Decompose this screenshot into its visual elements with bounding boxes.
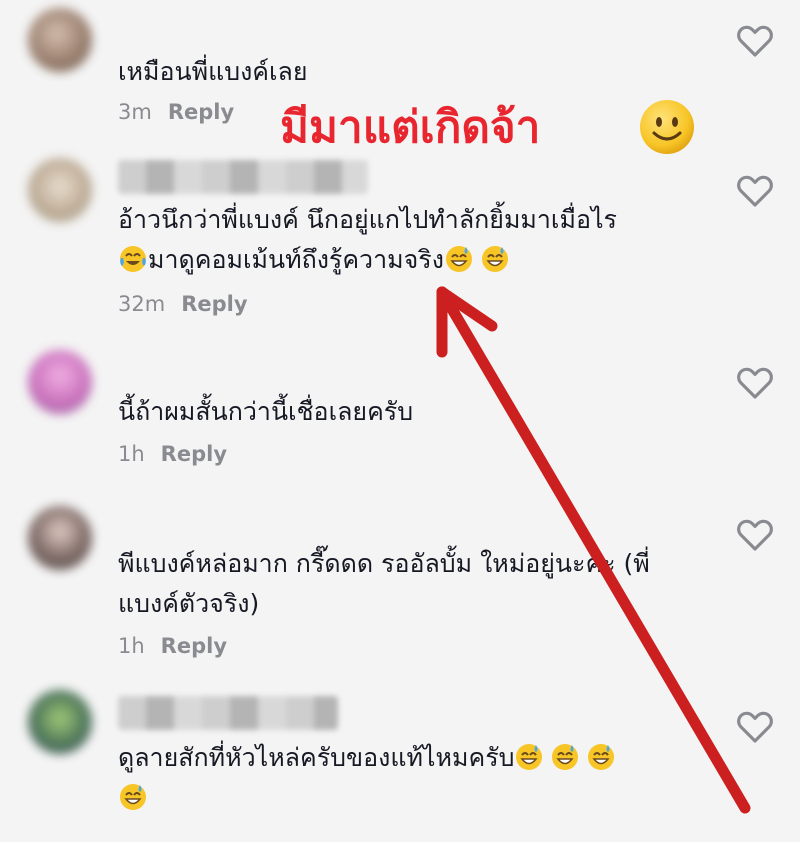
comment-text-line-1: ดูลายสักที่หัวไหล่ครับของแท้ไหมครับ	[118, 738, 708, 778]
comment-text: อ้าวนึกว่าพี่แบงค์ นึกอยู่แกไปทำลักยิ้มม…	[118, 200, 708, 280]
blurred-username	[118, 160, 368, 194]
avatar[interactable]	[28, 690, 92, 754]
grinning-sweat-emoji-icon	[552, 744, 579, 770]
grinning-sweat-emoji-icon	[445, 246, 472, 272]
grinning-sweat-emoji-icon	[120, 784, 146, 810]
heart-outline-icon[interactable]	[736, 364, 774, 400]
comment-time: 3m	[118, 100, 152, 124]
comment-text-line-1-text: ดูลายสักที่หัวไหล่ครับของแท้ไหมครับ	[118, 743, 515, 772]
comment-time: 1h	[118, 634, 145, 658]
avatar[interactable]	[28, 8, 92, 72]
comment-text-line-2: แบงค์ตัวจริง)	[118, 589, 260, 618]
grinning-sweat-emoji-icon	[481, 246, 508, 272]
comment-meta: 32m Reply	[118, 292, 248, 316]
avatar[interactable]	[28, 350, 92, 414]
comment-time: 32m	[118, 292, 166, 316]
reply-button[interactable]: Reply	[161, 634, 227, 658]
comment-text: พีแบงค์หล่อมาก กรี๊ดดด รออัลบั้ม ใหม่อยู…	[118, 544, 708, 624]
comment-text: นี้ถ้าผมสั้นกว่านี้เชื่อเลยครับ	[118, 397, 414, 426]
comment-text-line-1: พีแบงค์หล่อมาก กรี๊ดดด รออัลบั้ม ใหม่อยู…	[118, 549, 650, 578]
heart-outline-icon[interactable]	[736, 172, 774, 208]
avatar[interactable]	[28, 158, 92, 222]
overlay-caption: มีมาแต่เกิดจ้า	[280, 102, 541, 153]
heart-outline-icon[interactable]	[736, 708, 774, 744]
comment-text-line-2-text: มาดูคอมเม้นท์ถึงรู้ความจริง	[148, 245, 444, 274]
comment-text-line-2: มาดูคอมเม้นท์ถึงรู้ความจริง	[118, 240, 708, 280]
tears-of-joy-emoji-icon	[120, 246, 146, 272]
reply-button[interactable]: Reply	[168, 100, 234, 124]
comment-meta: 3m Reply	[118, 100, 234, 124]
grinning-sweat-emoji-icon	[588, 744, 615, 770]
reply-button[interactable]: Reply	[181, 292, 247, 316]
avatar[interactable]	[28, 506, 92, 570]
comment-text: เหมือนพี่แบงค์เลย	[118, 57, 308, 86]
comment-meta: 1h Reply	[118, 442, 227, 466]
comment-text: ดูลายสักที่หัวไหล่ครับของแท้ไหมครับ	[118, 738, 708, 818]
comment-text-line-1: อ้าวนึกว่าพี่แบงค์ นึกอยู่แกไปทำลักยิ้มม…	[118, 205, 617, 234]
heart-outline-icon[interactable]	[736, 516, 774, 552]
comment-time: 1h	[118, 442, 145, 466]
smiley-emoji-icon	[640, 100, 694, 154]
comment-meta: 1h Reply	[118, 634, 227, 658]
heart-outline-icon[interactable]	[736, 22, 774, 58]
reply-button[interactable]: Reply	[161, 442, 227, 466]
blurred-username	[118, 696, 338, 730]
comment-text-line-2	[118, 778, 708, 818]
grinning-sweat-emoji-icon	[516, 744, 543, 770]
